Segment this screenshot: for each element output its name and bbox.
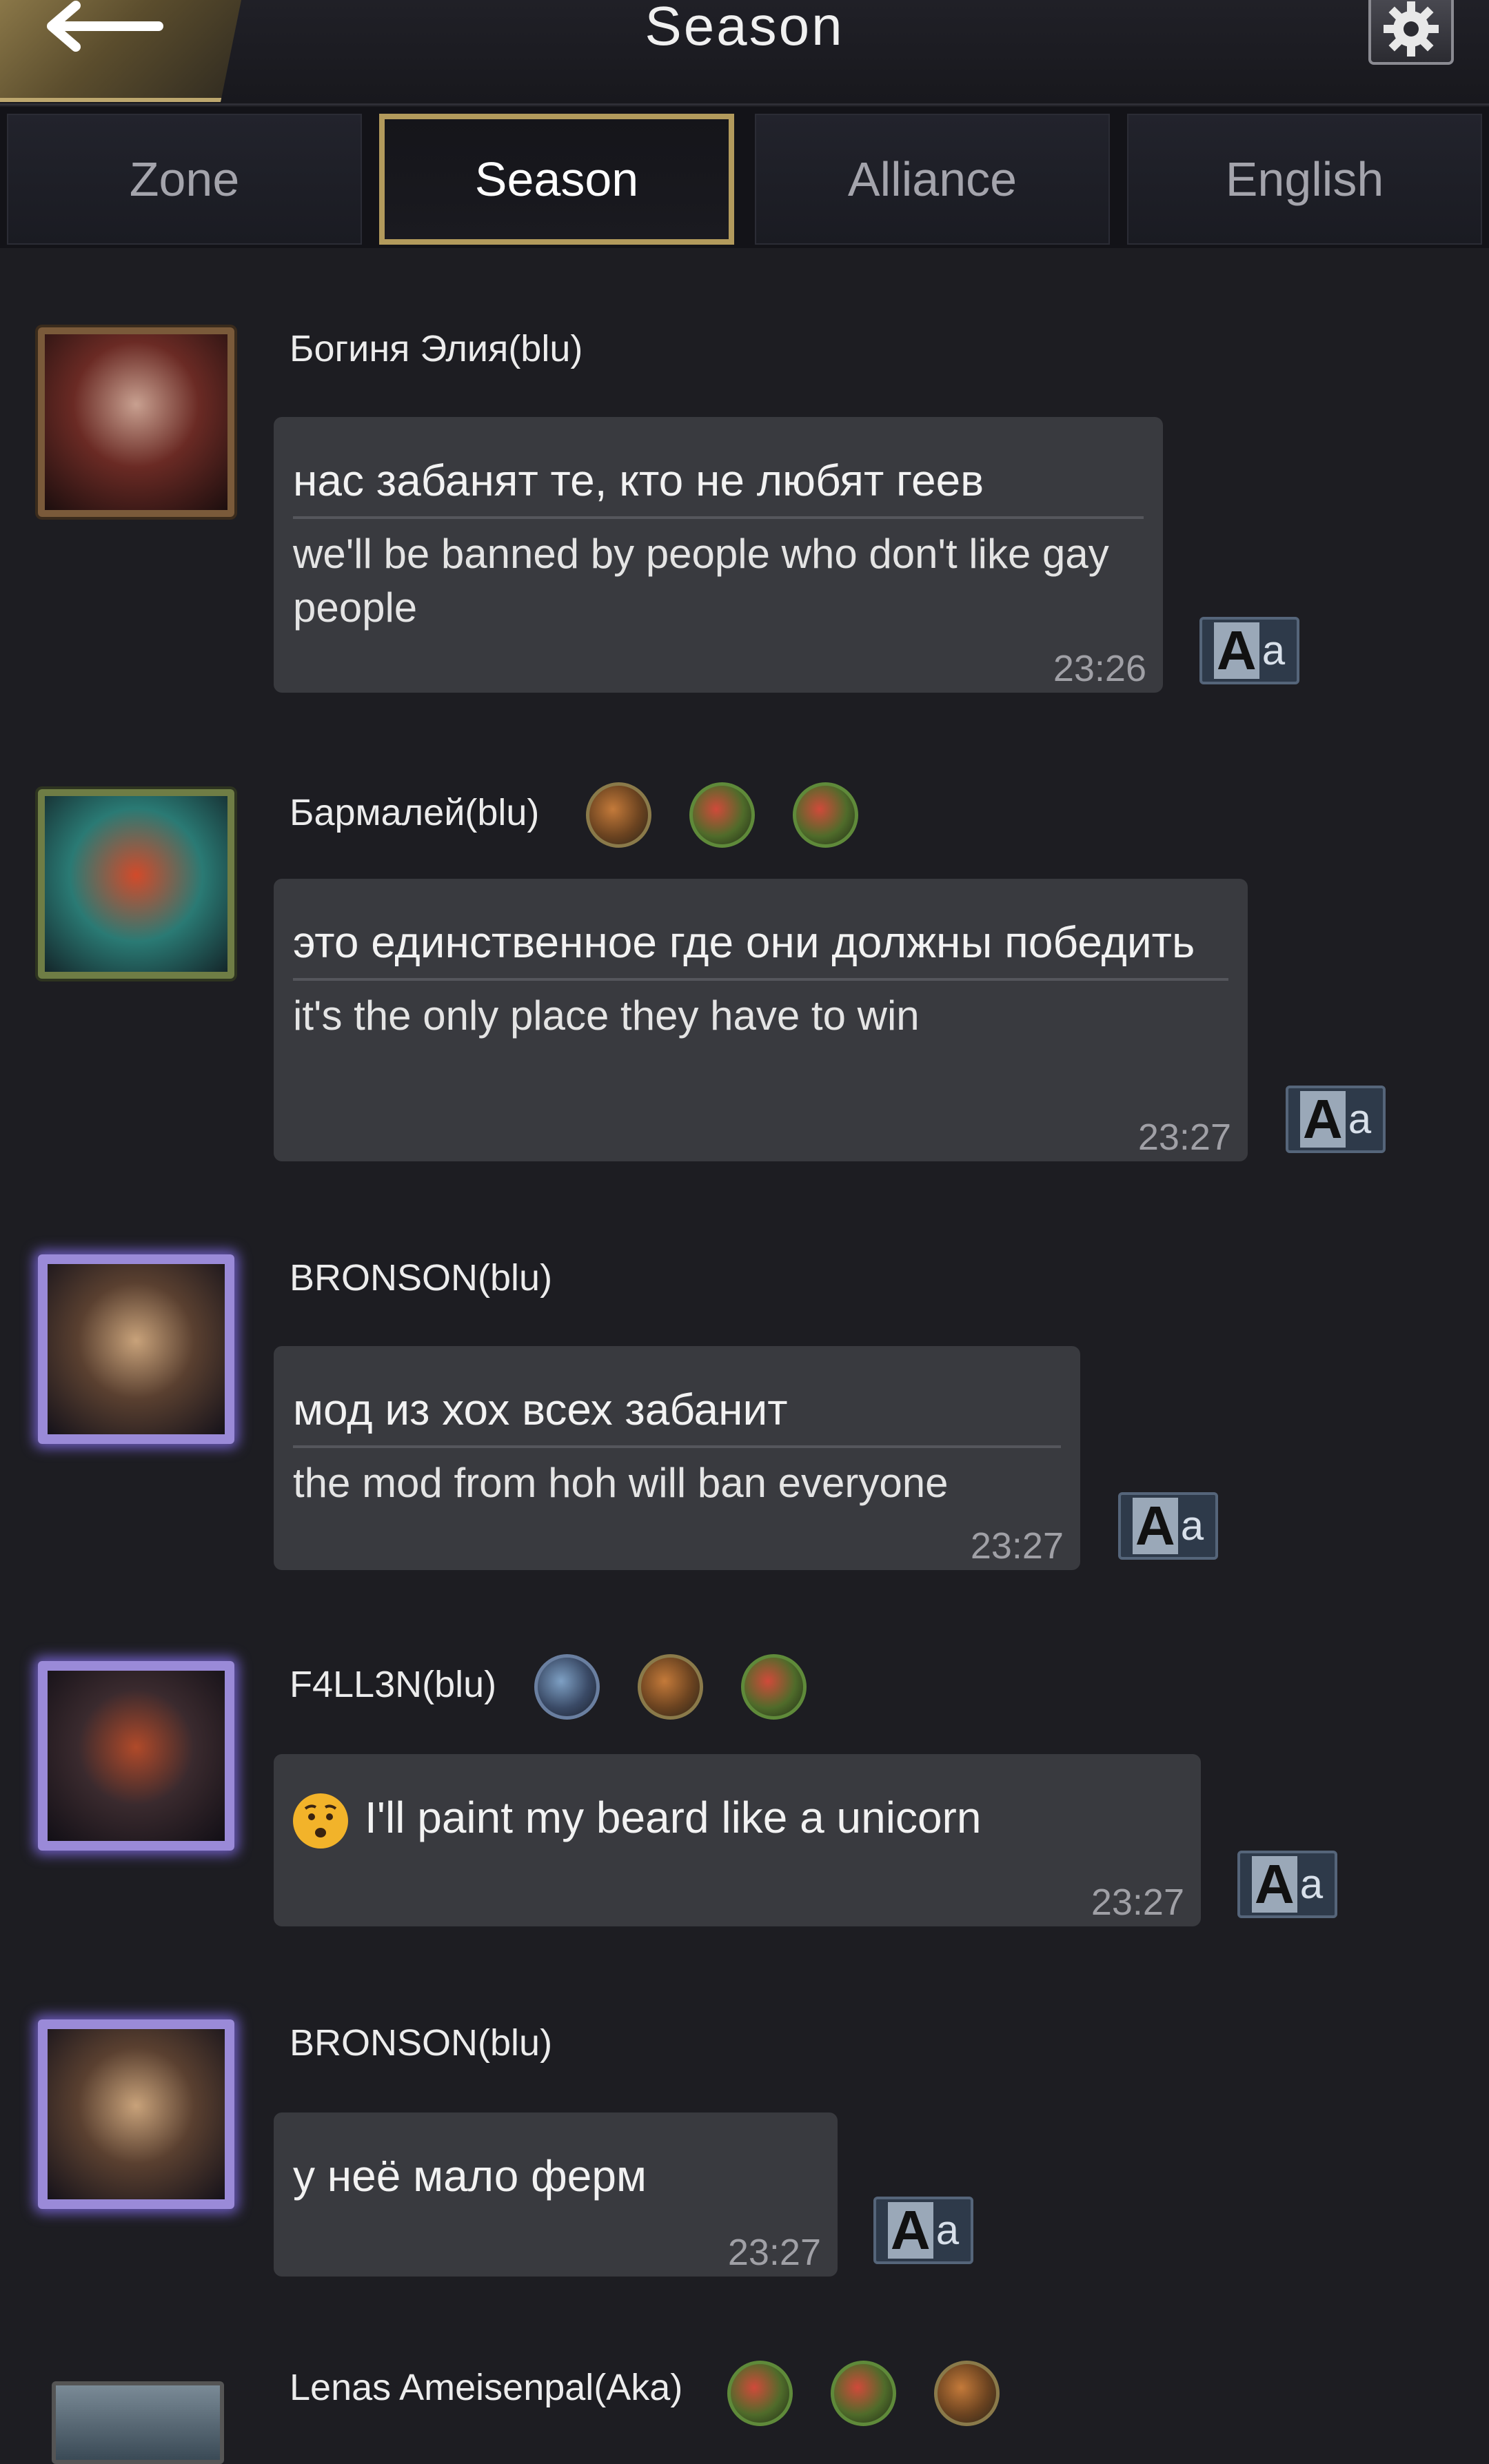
- badge-icon[interactable]: [689, 782, 755, 848]
- message-time: 23:26: [1053, 648, 1146, 689]
- translate-icon-big: A: [887, 2202, 933, 2259]
- translate-icon-small: a: [1348, 1096, 1372, 1142]
- message-bubble[interactable]: мод из хох всех забанит the mod from hoh…: [274, 1346, 1080, 1570]
- translate-button[interactable]: Aa: [1286, 1086, 1386, 1153]
- badge-icon[interactable]: [741, 1654, 807, 1720]
- sender-name[interactable]: BRONSON(blu): [290, 1256, 552, 1299]
- message-original: нас забанят те, кто не любят геев: [293, 456, 984, 505]
- tab-english[interactable]: English: [1127, 114, 1482, 245]
- translate-icon-small: a: [1180, 1503, 1204, 1549]
- translate-icon-small: a: [935, 2207, 960, 2253]
- message-bubble[interactable]: нас забанят те, кто не любят геев we'll …: [274, 417, 1163, 693]
- message-bubble[interactable]: I'll paint my beard like a unicorn 23:27: [274, 1754, 1201, 1926]
- badge-row: [727, 2361, 1000, 2426]
- avatar[interactable]: [38, 789, 234, 979]
- avatar[interactable]: [38, 1661, 234, 1851]
- message-time: 23:27: [970, 1525, 1064, 1567]
- badge-icon[interactable]: [727, 2361, 793, 2426]
- badge-icon[interactable]: [831, 2361, 896, 2426]
- tab-alliance[interactable]: Alliance: [755, 114, 1110, 245]
- message-time: 23:27: [727, 2232, 821, 2273]
- message-translation: the mod from hoh will ban everyone: [293, 1460, 949, 1506]
- badge-row: [534, 1654, 807, 1720]
- divider: [293, 516, 1144, 519]
- badge-icon[interactable]: [793, 782, 858, 848]
- translate-icon-big: A: [1213, 622, 1259, 679]
- top-bar: Season: [0, 0, 1489, 105]
- message-time: 23:27: [1137, 1117, 1231, 1158]
- sender-name[interactable]: F4LL3N(blu): [290, 1663, 496, 1706]
- message-original: это единственное где они должны победить: [293, 917, 1195, 967]
- badge-icon[interactable]: [638, 1654, 703, 1720]
- page-title: Season: [645, 0, 844, 57]
- translate-icon-big: A: [1132, 1498, 1178, 1554]
- avatar[interactable]: [38, 2019, 234, 2209]
- badge-icon[interactable]: [934, 2361, 1000, 2426]
- badge-icon[interactable]: [534, 1654, 600, 1720]
- translate-icon-small: a: [1299, 1861, 1324, 1907]
- tab-zone[interactable]: Zone: [7, 114, 362, 245]
- worried-face-icon: [293, 1793, 348, 1849]
- translate-icon-big: A: [1299, 1091, 1346, 1148]
- badge-row: [586, 782, 858, 848]
- badge-icon[interactable]: [586, 782, 651, 848]
- tab-season[interactable]: Season: [379, 114, 734, 245]
- message-time: 23:27: [1091, 1882, 1184, 1923]
- message-translation: it's the only place they have to win: [293, 992, 920, 1039]
- message-original: мод из хох всех забанит: [293, 1385, 788, 1434]
- sender-name[interactable]: Богиня Элия(blu): [290, 327, 583, 370]
- message-bubble[interactable]: у неё мало ферм 23:27: [274, 2112, 838, 2277]
- message-original: у неё мало ферм: [293, 2151, 647, 2201]
- sender-name[interactable]: BRONSON(blu): [290, 2022, 552, 2064]
- avatar[interactable]: [52, 2381, 224, 2464]
- translate-button[interactable]: Aa: [1118, 1492, 1218, 1560]
- avatar[interactable]: [38, 327, 234, 517]
- divider: [293, 978, 1228, 981]
- divider: [293, 1445, 1061, 1448]
- translate-icon-small: a: [1262, 627, 1286, 673]
- message-bubble[interactable]: это единственное где они должны победить…: [274, 879, 1248, 1161]
- translate-button[interactable]: Aa: [873, 2197, 973, 2264]
- channel-tabs: Zone Season Alliance English: [0, 107, 1489, 248]
- message-translation: we'll be banned by people who don't like…: [293, 531, 1109, 631]
- gear-icon: [1384, 1, 1439, 57]
- translate-button[interactable]: Aa: [1237, 1851, 1337, 1918]
- avatar[interactable]: [38, 1254, 234, 1444]
- sender-name[interactable]: Бармалей(blu): [290, 791, 539, 834]
- message-original: I'll paint my beard like a unicorn: [365, 1793, 982, 1842]
- sender-name[interactable]: Lenas Ameisenpal(Aka): [290, 2366, 682, 2409]
- translate-icon-big: A: [1251, 1856, 1297, 1913]
- settings-button[interactable]: [1368, 0, 1454, 65]
- translate-button[interactable]: Aa: [1199, 617, 1299, 684]
